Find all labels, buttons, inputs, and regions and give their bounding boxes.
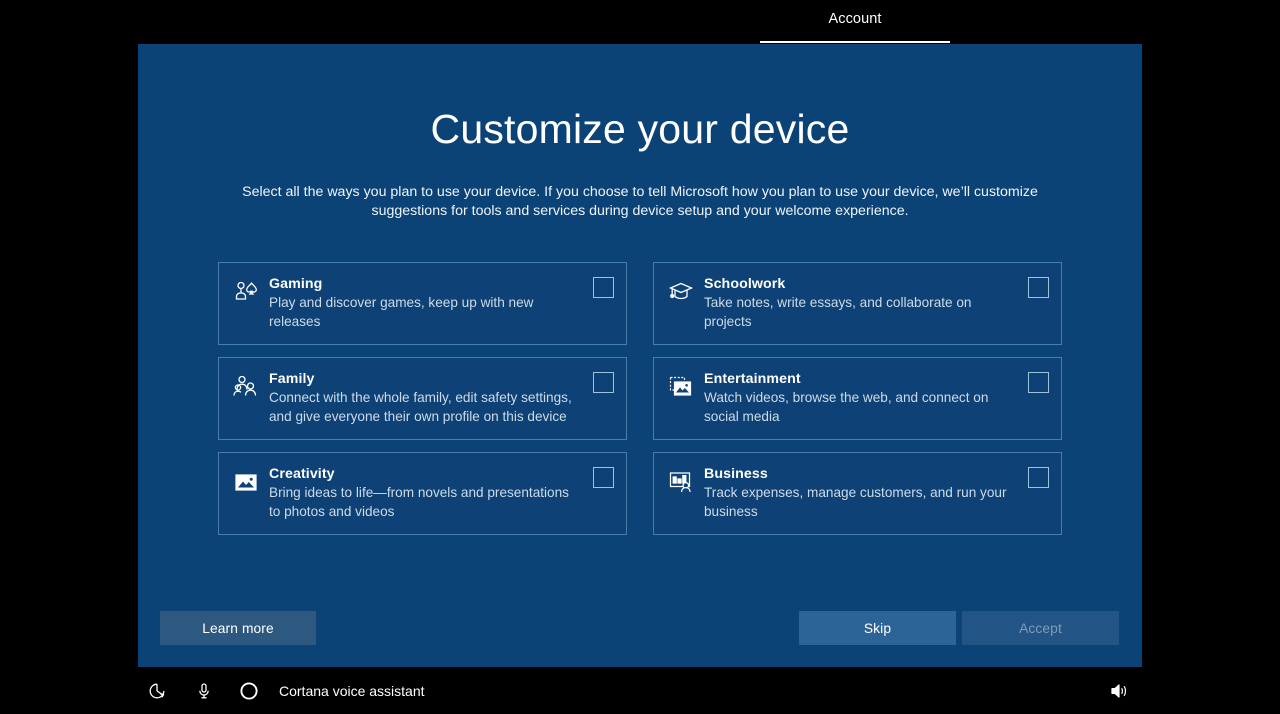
cortana-circle-icon[interactable]	[238, 667, 260, 714]
checkbox-family[interactable]	[593, 372, 614, 393]
option-card-description: Connect with the whole family, edit safe…	[269, 389, 578, 426]
business-chart-person-icon	[667, 468, 695, 496]
option-card-description: Watch videos, browse the web, and connec…	[704, 389, 1013, 426]
oobe-taskbar: Cortana voice assistant	[0, 667, 1280, 714]
skip-button[interactable]: Skip	[799, 611, 956, 645]
checkbox-creativity[interactable]	[593, 467, 614, 488]
option-card-entertainment[interactable]: Entertainment Watch videos, browse the w…	[653, 357, 1062, 440]
option-card-business[interactable]: Business Track expenses, manage customer…	[653, 452, 1062, 535]
option-card-description: Take notes, write essays, and collaborat…	[704, 294, 1013, 331]
option-card-description: Track expenses, manage customers, and ru…	[704, 484, 1013, 521]
checkbox-gaming[interactable]	[593, 277, 614, 298]
option-card-description: Play and discover games, keep up with ne…	[269, 294, 578, 331]
options-row: Creativity Bring ideas to life—from nove…	[218, 452, 1062, 535]
option-card-gaming[interactable]: Gaming Play and discover games, keep up …	[218, 262, 627, 345]
option-card-title: Entertainment	[704, 371, 1013, 388]
option-card-title: Creativity	[269, 466, 578, 483]
tab-account[interactable]: Account	[760, 0, 950, 44]
ease-of-access-icon[interactable]	[147, 667, 167, 714]
oobe-main-panel: Customize your device Select all the way…	[138, 44, 1142, 667]
options-row: Family Connect with the whole family, ed…	[218, 357, 1062, 440]
accept-button[interactable]: Accept	[962, 611, 1119, 645]
option-card-title: Business	[704, 466, 1013, 483]
tab-account-label: Account	[828, 11, 881, 27]
options-grid: Gaming Play and discover games, keep up …	[218, 262, 1062, 547]
media-photos-icon	[667, 373, 695, 401]
option-card-schoolwork[interactable]: Schoolwork Take notes, write essays, and…	[653, 262, 1062, 345]
tab-active-underline	[760, 41, 950, 43]
volume-speaker-icon[interactable]	[1108, 667, 1130, 714]
microphone-icon[interactable]	[194, 667, 214, 714]
option-card-family[interactable]: Family Connect with the whole family, ed…	[218, 357, 627, 440]
option-card-title: Schoolwork	[704, 276, 1013, 293]
option-card-description: Bring ideas to life—from novels and pres…	[269, 484, 578, 521]
checkbox-entertainment[interactable]	[1028, 372, 1049, 393]
option-card-title: Gaming	[269, 276, 578, 293]
top-tab-strip: Account	[0, 0, 1280, 44]
checkbox-business[interactable]	[1028, 467, 1049, 488]
family-people-icon	[232, 373, 260, 401]
option-card-title: Family	[269, 371, 578, 388]
options-row: Gaming Play and discover games, keep up …	[218, 262, 1062, 345]
page-subtitle: Select all the ways you plan to use your…	[240, 183, 1040, 220]
graduation-cap-icon	[667, 278, 695, 306]
page-title: Customize your device	[138, 106, 1142, 153]
gaming-joystick-icon	[232, 278, 260, 306]
cortana-label: Cortana voice assistant	[279, 667, 425, 714]
checkbox-schoolwork[interactable]	[1028, 277, 1049, 298]
option-card-creativity[interactable]: Creativity Bring ideas to life—from nove…	[218, 452, 627, 535]
learn-more-button[interactable]: Learn more	[160, 611, 316, 645]
picture-icon	[232, 468, 260, 496]
